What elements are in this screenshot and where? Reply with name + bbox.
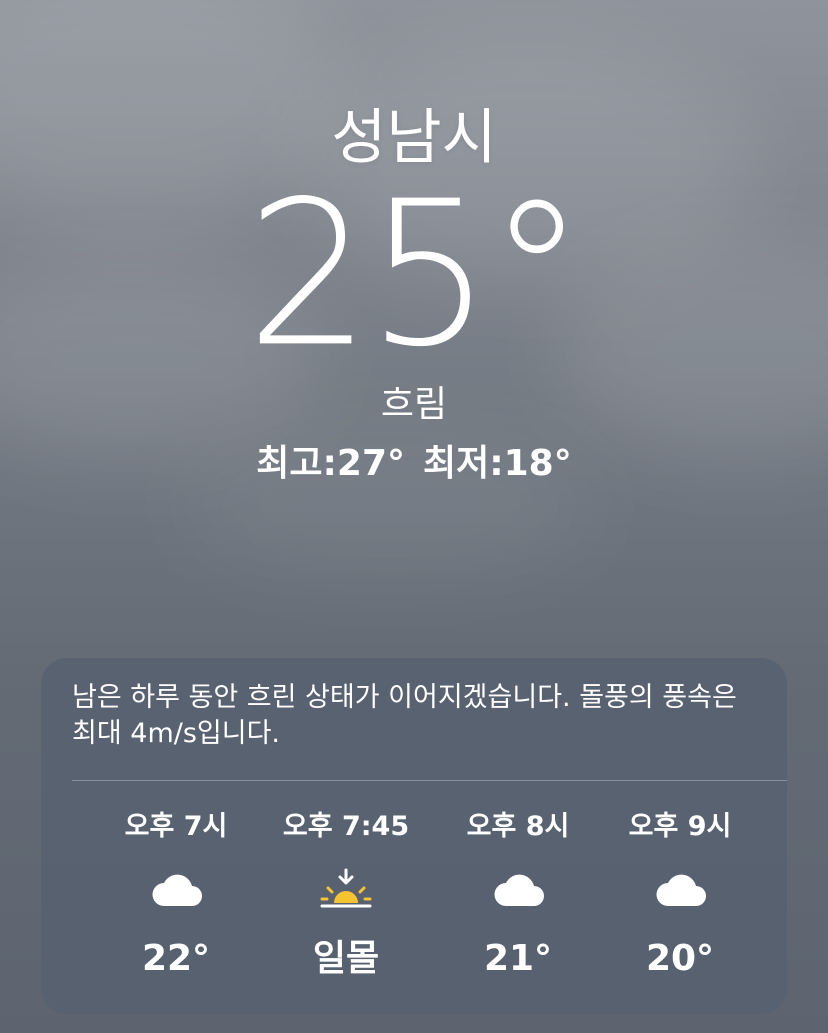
hour-time: 오후 9시	[628, 811, 732, 842]
cloud-icon	[494, 874, 544, 906]
hour-item: 오후 8시 21°	[438, 808, 598, 998]
hour-item: 오후 9시 20°	[600, 808, 760, 998]
sunset-icon	[320, 868, 372, 908]
current-temperature: 25°	[246, 158, 585, 392]
hour-sunset-label: 일몰	[312, 938, 380, 979]
forecast-summary: 남은 하루 동안 흐린 상태가 이어지겠습니다. 돌풍의 풍속은 최대 4m/s…	[72, 682, 737, 749]
hour-item: 오후 7시 22°	[96, 808, 256, 998]
high-temperature: 최고:27°	[256, 443, 405, 484]
low-temperature: 최저:18°	[423, 443, 572, 484]
hour-time: 오후 7시	[124, 811, 228, 842]
hour-temperature: 21°	[483, 938, 553, 979]
high-low-temperature: 최고:27° 최저:18°	[0, 440, 828, 488]
hour-time: 오후 8시	[466, 811, 570, 842]
hour-item: 6시 °	[41, 808, 83, 998]
weather-condition: 흐림	[380, 384, 448, 425]
cloud-icon	[656, 874, 706, 906]
hour-temperature: 20°	[645, 938, 715, 979]
hourly-forecast-scroller[interactable]: 6시 ° 오후 7시 22° 오후 7:45	[41, 808, 787, 998]
hourly-forecast-card[interactable]: 남은 하루 동안 흐린 상태가 이어지겠습니다. 돌풍의 풍속은 최대 4m/s…	[41, 658, 787, 1014]
hour-time: 6시	[41, 808, 83, 846]
current-weather-header: 성남시 25° 흐림 최고:27° 최저:18°	[0, 0, 828, 520]
hour-temperature: °	[41, 934, 83, 984]
cloud-icon	[152, 874, 202, 906]
hour-time: 오후 7:45	[282, 811, 410, 842]
hour-temperature: 22°	[141, 938, 211, 979]
card-divider	[72, 780, 787, 781]
hour-item: 오후 7:45 일몰	[266, 808, 426, 998]
